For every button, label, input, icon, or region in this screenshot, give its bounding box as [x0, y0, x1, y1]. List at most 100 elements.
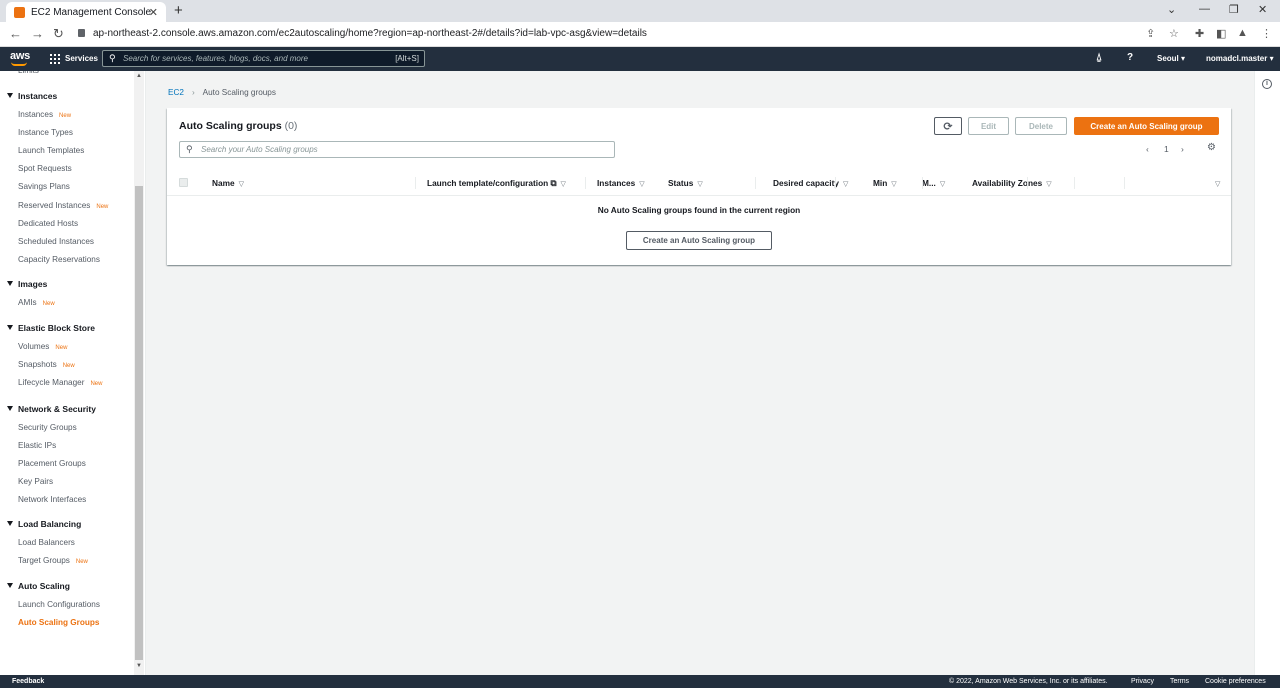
column-header-6[interactable]: Min ▽ — [873, 178, 897, 188]
sort-icon[interactable]: ▽ — [843, 181, 848, 188]
current-page[interactable]: 1 — [1164, 144, 1169, 154]
column-header-4[interactable]: Status ▽ — [668, 178, 703, 188]
share-icon[interactable]: ⇪ — [1146, 27, 1155, 40]
column-header-7[interactable]: M... ▽ — [922, 178, 945, 188]
column-divider[interactable] — [835, 177, 836, 189]
region-selector[interactable]: Seoul ▾ — [1157, 54, 1185, 63]
back-icon[interactable]: ← — [9, 26, 22, 41]
sidebar-item-amis[interactable]: AMIs New — [18, 298, 55, 307]
sort-icon[interactable]: ▽ — [639, 181, 644, 188]
profile-icon[interactable]: ▲ — [1237, 27, 1248, 39]
breadcrumb-ec2[interactable]: EC2 — [168, 88, 184, 97]
sidebar-item-target-groups[interactable]: Target Groups New — [18, 556, 88, 565]
sidebar-item-auto-scaling-groups[interactable]: Auto Scaling Groups — [18, 618, 99, 627]
column-divider[interactable] — [585, 177, 586, 189]
window-close-icon[interactable]: ✕ — [1258, 3, 1267, 16]
reload-icon[interactable]: ↻ — [53, 26, 64, 42]
browser-menu-icon[interactable]: ⋮ — [1261, 27, 1272, 40]
sidebar-item-limits[interactable]: Limits — [18, 71, 39, 75]
sort-icon[interactable]: ▽ — [940, 181, 945, 188]
sidebar-item-key-pairs[interactable]: Key Pairs — [18, 477, 53, 486]
sidebar-section-auto-scaling[interactable]: Auto Scaling — [7, 581, 70, 591]
previous-page-icon[interactable]: ‹ — [1146, 144, 1149, 154]
asg-search-input[interactable]: ⚲ Search your Auto Scaling groups — [179, 141, 615, 158]
column-header-2[interactable]: Launch template/configuration ⧉ ▽ — [427, 178, 566, 189]
extensions-icon[interactable]: ✚ — [1195, 27, 1204, 40]
restore-icon[interactable]: ❐ — [1229, 3, 1239, 16]
scroll-up-icon[interactable]: ▲ — [136, 73, 142, 79]
sidebar-item-security-groups[interactable]: Security Groups — [18, 423, 77, 432]
sidebar-item-lifecycle-manager[interactable]: Lifecycle Manager New — [18, 378, 102, 387]
tab-close-icon[interactable]: ✕ — [149, 6, 158, 19]
sort-icon[interactable]: ▽ — [697, 181, 702, 188]
sort-icon[interactable]: ▽ — [560, 181, 565, 188]
sidebar-section-load-balancing[interactable]: Load Balancing — [7, 519, 81, 529]
sidebar-item-capacity-reservations[interactable]: Capacity Reservations — [18, 255, 100, 264]
sidebar-item-network-interfaces[interactable]: Network Interfaces — [18, 495, 86, 504]
column-divider[interactable] — [922, 177, 923, 189]
sidebar-item-reserved-instances[interactable]: Reserved Instances New — [18, 201, 108, 210]
aws-logo[interactable]: aws — [10, 50, 30, 66]
sidebar-item-elastic-ips[interactable]: Elastic IPs — [18, 441, 56, 450]
edit-button[interactable]: Edit — [968, 117, 1009, 135]
settings-gear-icon[interactable]: ⚙ — [1207, 142, 1216, 153]
sort-icon[interactable]: ▽ — [1046, 181, 1051, 188]
bookmark-star-icon[interactable]: ☆ — [1169, 27, 1179, 40]
address-bar[interactable]: ap-northeast-2.console.aws.amazon.com/ec… — [78, 28, 647, 39]
new-tab-icon[interactable]: + — [174, 2, 183, 19]
availability-zones-sort[interactable]: ▽ — [1211, 178, 1220, 188]
column-divider[interactable] — [1124, 177, 1125, 189]
forward-icon[interactable]: → — [31, 26, 44, 41]
column-divider[interactable] — [1027, 177, 1028, 189]
sidebar-item-scheduled-instances[interactable]: Scheduled Instances — [18, 237, 94, 246]
global-search-input[interactable]: ⚲ Search for services, features, blogs, … — [102, 50, 425, 67]
sidebar-item-spot-requests[interactable]: Spot Requests — [18, 164, 72, 173]
sidebar-section-instances[interactable]: Instances — [7, 91, 57, 101]
cookie-preferences-link[interactable]: Cookie preferences — [1205, 678, 1266, 685]
column-divider[interactable] — [415, 177, 416, 189]
delete-button[interactable]: Delete — [1015, 117, 1067, 135]
create-auto-scaling-group-empty-button[interactable]: Create an Auto Scaling group — [626, 231, 772, 250]
column-header-1[interactable]: Name ▽ — [212, 178, 244, 188]
services-grid-icon[interactable] — [50, 54, 60, 64]
refresh-button[interactable]: ⟳ — [934, 117, 962, 135]
select-all-checkbox[interactable] — [179, 178, 188, 187]
browser-tab[interactable]: EC2 Management Console ✕ — [6, 2, 166, 22]
create-auto-scaling-group-button[interactable]: Create an Auto Scaling group — [1074, 117, 1219, 135]
sidebar-item-launch-templates[interactable]: Launch Templates — [18, 146, 84, 155]
account-menu[interactable]: nomadcl.master ▾ — [1206, 54, 1274, 63]
sidebar-item-load-balancers[interactable]: Load Balancers — [18, 538, 75, 547]
column-divider[interactable] — [755, 177, 756, 189]
tab-search-icon[interactable]: ⌄ — [1167, 3, 1176, 16]
cloudshell-icon[interactable]: ⍙ — [1096, 52, 1102, 63]
column-divider[interactable] — [1074, 177, 1075, 189]
sidebar-section-network-security[interactable]: Network & Security — [7, 404, 96, 414]
column-header-8[interactable]: Availability Zones ▽ — [972, 178, 1052, 188]
sort-icon[interactable]: ▽ — [891, 181, 896, 188]
help-icon[interactable]: ? — [1127, 52, 1133, 63]
sidebar-item-instance-types[interactable]: Instance Types — [18, 128, 73, 137]
services-menu[interactable]: Services — [65, 54, 98, 63]
sidebar-item-dedicated-hosts[interactable]: Dedicated Hosts — [18, 219, 78, 228]
sidebar-scrollbar-thumb[interactable] — [135, 186, 143, 660]
next-page-icon[interactable]: › — [1181, 144, 1184, 154]
minimize-icon[interactable]: — — [1199, 3, 1210, 15]
sidebar-item-snapshots[interactable]: Snapshots New — [18, 360, 75, 369]
sidebar-section-images[interactable]: Images — [7, 279, 47, 289]
column-header-5[interactable]: Desired capacity ▽ — [773, 178, 848, 188]
sidebar-section-elastic-block-store[interactable]: Elastic Block Store — [7, 323, 95, 333]
sidebar-item-volumes[interactable]: Volumes New — [18, 342, 67, 351]
sidebar-item-savings-plans[interactable]: Savings Plans — [18, 182, 70, 191]
sidebar-item-instances[interactable]: Instances New — [18, 110, 71, 119]
privacy-link[interactable]: Privacy — [1131, 678, 1154, 685]
sidebar-item-launch-configurations[interactable]: Launch Configurations — [18, 600, 100, 609]
scroll-down-icon[interactable]: ▼ — [136, 663, 142, 669]
column-header-3[interactable]: Instances ▽ — [597, 178, 645, 188]
terms-link[interactable]: Terms — [1170, 678, 1189, 685]
sort-icon[interactable]: ▽ — [1215, 181, 1220, 188]
sort-icon[interactable]: ▽ — [239, 181, 244, 188]
sidebar-item-placement-groups[interactable]: Placement Groups — [18, 459, 86, 468]
info-icon[interactable]: i — [1262, 79, 1272, 89]
side-panel-icon[interactable]: ◧ — [1216, 27, 1226, 40]
feedback-link[interactable]: Feedback — [12, 678, 44, 685]
